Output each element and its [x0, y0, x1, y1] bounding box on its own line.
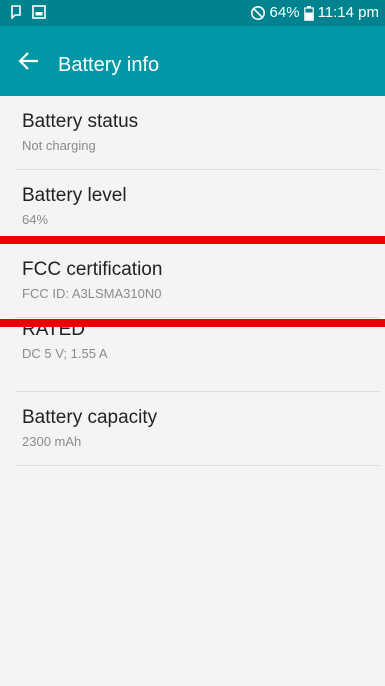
list-item-subtitle: DC 5 V; 1.55 A [22, 346, 108, 361]
status-bar: 64% 11:14 pm [0, 0, 385, 26]
battery-info-list: Battery status Not charging Battery leve… [0, 96, 385, 466]
divider [15, 465, 379, 466]
highlight-line-top [0, 236, 385, 244]
list-item-fcc-certification[interactable]: FCC certification FCC ID: A3LSMA310N0 [0, 244, 385, 318]
highlight-line-bottom [0, 319, 385, 327]
list-item-title: Battery level [22, 185, 127, 206]
list-item-rated[interactable]: RATED DC 5 V; 1.55 A [0, 318, 385, 392]
clock: 11:14 pm [317, 4, 379, 21]
list-item-subtitle: Not charging [22, 138, 96, 153]
list-item-title: Battery capacity [22, 407, 158, 428]
list-item-subtitle: 2300 mAh [22, 434, 82, 449]
list-item-battery-level[interactable]: Battery level 64% [0, 170, 385, 244]
status-right: 64% 11:14 pm [250, 3, 379, 23]
list-item-battery-capacity[interactable]: Battery capacity 2300 mAh [0, 392, 385, 466]
app-bar: Battery info [0, 26, 385, 96]
battery-icon [303, 5, 314, 21]
page-title: Battery info [58, 54, 160, 76]
list-item-battery-status[interactable]: Battery status Not charging [0, 96, 385, 170]
list-item-subtitle: 64% [22, 212, 49, 227]
list-item-title: Battery status [22, 111, 139, 132]
arrow-left-icon[interactable] [18, 51, 40, 71]
list-item-subtitle: FCC ID: A3LSMA310N0 [22, 286, 162, 301]
notification-icon [11, 5, 21, 19]
status-left-icons [10, 5, 46, 19]
list-item-title: FCC certification [22, 259, 163, 280]
do-not-disturb-icon [250, 6, 265, 20]
battery-percent: 64% [269, 4, 300, 21]
image-icon [32, 5, 46, 19]
